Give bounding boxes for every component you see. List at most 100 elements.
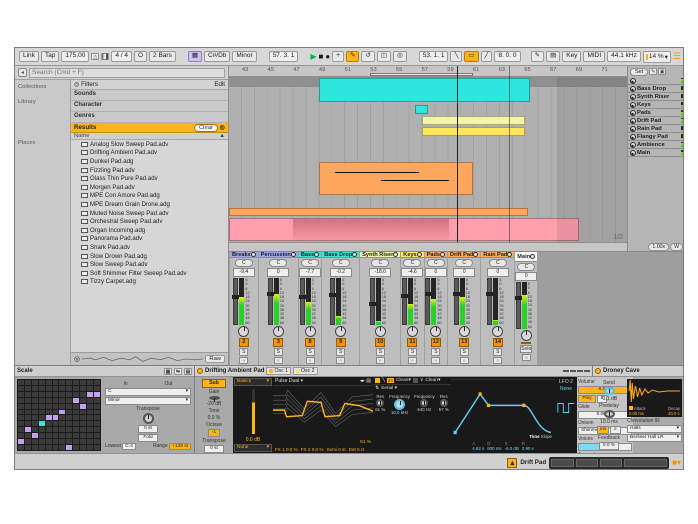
clip[interactable] [319,78,530,102]
fx2-value[interactable]: FX 2 0.0 % [301,447,324,452]
pan-display[interactable]: C [517,263,535,271]
track-arm-icon[interactable]: ▶ [630,94,636,100]
scale-cell[interactable] [73,433,79,438]
freq1-value[interactable]: 10.0 kHz [391,410,408,415]
volume-fader[interactable] [268,278,273,325]
track-arm-icon[interactable]: ▶ [630,78,636,84]
scale-cell[interactable] [59,380,65,385]
scale-cell[interactable] [66,415,72,420]
scale-cell[interactable] [32,404,38,409]
arm-icon[interactable] [291,252,296,257]
pan-display[interactable]: C [301,259,319,267]
scale-cell[interactable] [59,410,65,415]
scale-cell[interactable] [39,392,45,397]
arm-icon[interactable] [530,254,535,259]
arm-icon[interactable] [251,252,256,257]
tap-tempo-button[interactable]: Tap [41,51,59,62]
camera-icon[interactable]: ▣ [658,68,666,75]
automation-arm-icon[interactable]: ✎ [346,51,359,62]
result-row[interactable]: Analog Slow Sweep Pad.adv [71,140,228,149]
attack-value[interactable]: 0.00 ms [629,411,646,416]
feedback-value[interactable]: 0.0 % [599,442,619,450]
arm-icon[interactable] [314,252,319,257]
result-row[interactable]: Tizzy Carpet.adg [71,278,228,287]
scale-cell[interactable] [39,404,45,409]
volume-display[interactable]: 0 [453,268,475,277]
result-row[interactable]: Organ Incoming.adg [71,226,228,235]
transpose-value[interactable]: 0 st [138,425,158,433]
scale-cell[interactable] [25,410,31,415]
engine-level-slider[interactable] [252,389,255,433]
track-header[interactable]: ▶ Keys [628,101,684,109]
loop-switch-icon[interactable]: ▭ [464,51,478,62]
range-value[interactable]: +128 st [169,443,191,450]
scale-cell[interactable] [18,380,24,385]
scale-cell[interactable] [18,404,24,409]
scale-highlight-icon[interactable]: ▦ [188,51,202,62]
scale-cell[interactable] [46,415,52,420]
monitor-icon[interactable]: ○ [274,357,283,364]
scale-cell[interactable] [39,421,45,426]
track-header[interactable]: ▶ Bass Drop [628,85,684,93]
mixer-strip[interactable]: Bass C -7.7 6 0 6 12 18 24 30 36 42 48 6… [299,252,321,365]
scale-cell[interactable] [53,421,59,426]
scale-cell[interactable] [18,398,24,403]
scale-cell[interactable] [32,392,38,397]
filter2-on-button[interactable] [413,378,418,383]
scale-cell[interactable] [94,445,100,450]
scale-cell[interactable] [59,445,65,450]
track-header[interactable]: ▶ Drift Pad [628,117,684,125]
scale-cell[interactable] [46,421,52,426]
scale-cell[interactable] [73,386,79,391]
volume-fader[interactable] [516,282,521,329]
volume-display[interactable]: -9.4 [233,268,255,277]
scale-cell[interactable] [66,410,72,415]
scale-cell[interactable] [73,392,79,397]
scale-cell[interactable] [53,433,59,438]
play-button[interactable]: ▶ [310,53,316,61]
solo-button[interactable]: S [239,348,248,356]
re-enable-automation-icon[interactable]: ↺ [361,51,374,62]
solo-button[interactable]: S [306,348,315,356]
scale-cell[interactable] [73,415,79,420]
result-row[interactable]: Panorama Pad.adv [71,235,228,244]
track-number-activator[interactable]: 2 [239,338,249,347]
menu-icon[interactable]: ☰ [673,52,681,61]
scale-cell[interactable] [87,427,93,432]
result-row[interactable]: Orchestral Sweep Pad.adv [71,217,228,226]
scale-cell[interactable] [80,380,86,385]
scale-cell[interactable] [66,404,72,409]
sort-icon[interactable]: ▲ [219,133,225,139]
track-number-activator[interactable]: 13 [459,338,469,347]
res2-value[interactable]: 57 % [439,407,449,412]
save-preset-icon[interactable]: ▤ [184,368,192,375]
volume-display[interactable]: 0 [515,272,537,281]
sidebar-item[interactable] [15,157,70,159]
track-header[interactable]: ▶ Ambience [628,141,684,149]
scale-cell[interactable] [32,398,38,403]
scale-mode-select[interactable]: Minor [232,51,256,62]
track-arm-icon[interactable]: ▶ [630,110,636,116]
device-power-button[interactable] [595,368,601,374]
scale-cell[interactable] [25,421,31,426]
send-knob[interactable] [604,387,615,395]
arm-icon[interactable] [507,252,512,257]
scale-cell[interactable] [39,380,45,385]
scale-cell[interactable] [39,427,45,432]
genres-section-label[interactable]: Genres [74,113,225,119]
scale-cell[interactable] [53,386,59,391]
scale-cell[interactable] [66,380,72,385]
send-value[interactable]: -3.1 dB [601,396,617,402]
scale-cell[interactable] [53,380,59,385]
res2-knob[interactable] [440,399,448,407]
scale-cell[interactable] [39,386,45,391]
scale-cell[interactable] [39,445,45,450]
monitor-icon[interactable]: ○ [522,354,531,361]
preview-waveform[interactable] [82,355,203,363]
midi-map-button[interactable]: MIDI [583,51,605,62]
volume-fader[interactable] [370,278,375,325]
pan-knob[interactable] [375,326,386,337]
track-header[interactable]: ▶ Rain Pad [628,125,684,133]
count-in-icon[interactable]: ▎▌ [101,53,109,60]
ir-file-select[interactable]: Berliner Hall LR▾ [627,434,682,442]
